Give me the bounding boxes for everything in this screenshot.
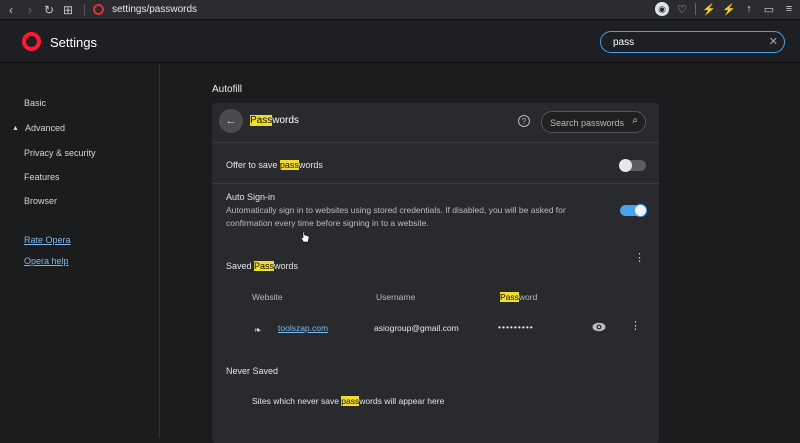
label-text: Offer to save [226, 160, 280, 170]
search-icon[interactable]: ⌕ [632, 115, 638, 126]
username-cell: asiogroup@gmail.com [374, 323, 459, 333]
card-header: ← Passwords ? ⌕ [212, 103, 659, 143]
label-text: words [274, 261, 299, 271]
bolt-icon-2[interactable]: ⚡ [722, 2, 736, 16]
entry-more-icon[interactable]: ⋮ [630, 321, 641, 332]
toolbar-divider [695, 3, 696, 15]
auto-signin-toggle[interactable] [620, 204, 647, 217]
browser-toolbar: ‹ › ↻ ⊞ settings/passwords ◉ ♡ ⚡ ⚡ ↑ ▭ ≡ [0, 0, 800, 20]
help-icon[interactable]: ? [518, 115, 530, 127]
column-header-username: Username [376, 292, 416, 302]
sidebar: Basic ▲ Advanced Privacy & security Feat… [0, 64, 160, 438]
opera-site-icon [93, 4, 104, 15]
offer-save-label: Offer to save passwords [226, 160, 323, 170]
label-text: words will appear here [359, 396, 445, 406]
search-highlight: Pass [500, 292, 519, 302]
share-icon[interactable]: ↑ [742, 2, 756, 16]
label-text: Sites which never save [252, 396, 342, 406]
page-title: Settings [50, 35, 97, 50]
password-search-input[interactable] [550, 116, 628, 129]
sidebar-item-advanced[interactable]: ▲ Advanced [12, 123, 65, 133]
password-search[interactable]: ⌕ [541, 111, 646, 133]
chevron-up-icon: ▲ [12, 124, 19, 132]
address-bar[interactable]: settings/passwords [112, 4, 197, 15]
toggle-knob [619, 159, 632, 172]
search-highlight: Pass [254, 261, 275, 271]
password-cell: ••••••••• [498, 322, 534, 332]
settings-search[interactable]: ✕ [600, 31, 785, 53]
column-header-website: Website [252, 292, 283, 302]
sidebar-item-label: Advanced [24, 123, 65, 133]
battery-icon[interactable]: ▭ [762, 2, 776, 16]
title-text: words [272, 115, 299, 126]
saved-passwords-more-icon[interactable]: ⋮ [634, 253, 645, 264]
auto-signin-label: Auto Sign-in [226, 192, 276, 202]
label-text: word [518, 292, 538, 302]
website-text[interactable]: toolszap.com [278, 323, 328, 333]
never-saved-empty-text: Sites which never save passwords will ap… [252, 396, 444, 406]
settings-header: Settings ✕ [0, 21, 800, 63]
card-title: Passwords [250, 115, 299, 126]
auto-signin-row: Auto Sign-in Automatically sign in to we… [212, 185, 659, 237]
passwords-card: ← Passwords ? ⌕ Offer to save passwords … [212, 103, 659, 443]
toolbar-right-icons: ◉ ♡ ⚡ ⚡ ↑ ▭ ≡ [655, 2, 796, 16]
opera-help-link[interactable]: Opera help [24, 256, 69, 266]
sidebar-item-basic[interactable]: Basic [24, 98, 46, 108]
reload-icon[interactable]: ↻ [41, 2, 57, 18]
section-title: Autofill [212, 84, 243, 95]
bolt-icon[interactable]: ⚡ [702, 2, 716, 16]
snapshot-icon[interactable]: ◉ [655, 2, 669, 16]
opera-logo-icon [22, 32, 41, 51]
menu-icon[interactable]: ≡ [782, 2, 796, 16]
back-arrow-button[interactable]: ← [219, 109, 243, 133]
never-saved-title: Never Saved [226, 366, 279, 376]
back-icon[interactable]: ‹ [3, 2, 19, 18]
heart-icon[interactable]: ♡ [675, 2, 689, 16]
rate-opera-link[interactable]: Rate Opera [24, 235, 71, 245]
eye-icon[interactable] [592, 322, 606, 332]
hand-cursor-icon [300, 231, 310, 243]
search-highlight: Pass [250, 115, 273, 126]
toggle-knob [634, 204, 647, 217]
offer-save-row: Offer to save passwords [212, 144, 659, 184]
website-link[interactable]: toolszap.com [278, 323, 328, 333]
sidebar-item-features[interactable]: Features [24, 172, 60, 182]
main-content: Autofill ← Passwords ? ⌕ Offer to save p… [161, 64, 800, 443]
settings-search-input[interactable] [613, 35, 763, 49]
column-header-password: Password [500, 292, 537, 302]
forward-icon[interactable]: › [22, 2, 38, 18]
clear-search-icon[interactable]: ✕ [769, 35, 778, 48]
site-favicon-icon: ❧ [254, 325, 262, 335]
label-text: Saved [226, 261, 255, 271]
search-highlight: pass [279, 160, 299, 170]
auto-signin-description: Automatically sign in to websites using … [226, 205, 566, 228]
label-text: words [298, 160, 323, 170]
toolbar-divider [84, 3, 85, 16]
search-highlight: pass [341, 396, 360, 406]
sidebar-item-privacy[interactable]: Privacy & security [24, 148, 96, 158]
saved-passwords-title: Saved Passwords [226, 261, 298, 271]
offer-save-toggle[interactable] [619, 159, 646, 172]
sidebar-item-browser[interactable]: Browser [24, 196, 57, 206]
tabs-grid-icon[interactable]: ⊞ [60, 2, 76, 18]
